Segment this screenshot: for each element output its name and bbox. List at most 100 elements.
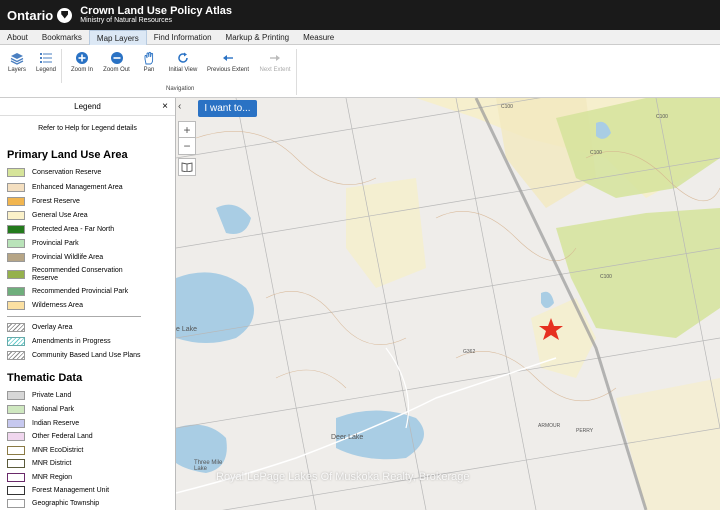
ontario-logo[interactable]: Ontario [7,7,73,23]
legend-item: Forest Reserve [7,197,80,206]
legend-item: Protected Area - Far North [7,225,114,234]
app-subtitle: Ministry of Natural Resources [80,17,173,25]
pan-button[interactable]: Pan [140,51,158,73]
legend-item: Enhanced Management Area [7,183,123,192]
legend-item-label: Indian Reserve [32,420,80,427]
legend-item: Recommended Provincial Park [7,287,128,296]
legend-item: Indian Reserve [7,419,79,428]
tab-find-information[interactable]: Find Information [147,30,219,45]
map-label-c100: C100 [600,274,612,280]
next-extent-button[interactable]: Next Extent [257,51,293,73]
legend-swatch [7,405,25,414]
navigation-group-label: Navigation [166,86,195,92]
hand-icon [142,51,156,65]
zoom-out-label: Zoom Out [103,67,130,73]
zoom-in-label: Zoom In [70,67,93,73]
legend-swatch [7,168,25,177]
legend-item-label: Community Based Land Use Plans [32,351,141,359]
legend-swatch [7,270,25,280]
legend-item: Other Federal Land [7,432,93,441]
legend-item-label: Private Land [32,392,72,399]
map-label-c100: C100 [656,114,668,120]
legend-item-label: Forest Reserve [32,198,80,205]
tab-bookmarks[interactable]: Bookmarks [35,30,89,45]
legend-item: Forest Management Unit [7,486,109,495]
legend-swatch [7,197,25,206]
legend-item: Geographic Township [7,499,99,508]
tab-measure[interactable]: Measure [296,30,341,45]
close-icon[interactable]: × [162,98,168,116]
legend-swatch [7,253,25,262]
map-view[interactable]: C100 C100 C100 C100 G362 Deer Lake Three… [176,98,720,510]
map-label-armour: ARMOUR [538,423,561,429]
legend-header: Legend × [0,98,175,116]
ribbon-toolbar: Layers Legend Zoom In Zoom Out Pan Initi… [0,45,720,98]
map-label-c100: C100 [590,150,602,156]
tab-map-layers[interactable]: Map Layers [88,30,147,45]
legend-item: Amendments in Progress [7,337,111,346]
legend-swatch [7,446,25,455]
i-want-to-button[interactable]: I want to... [198,100,257,117]
legend-item: Provincial Park [7,239,79,248]
map-label-c100: C100 [501,104,513,110]
legend-item: General Use Area [7,211,88,220]
map-label-g362: G362 [463,349,476,355]
map-label-deer-lake: Deer Lake [331,434,364,441]
legend-swatch [7,239,25,248]
legend-help-text: Refer to Help for Legend details [38,125,137,132]
zoom-out-button[interactable]: Zoom Out [101,51,132,73]
legend-item-label: Provincial Wildlife Area [32,254,104,261]
legend-item-label: Amendments in Progress [32,338,111,345]
zoom-out-icon [110,51,124,65]
next-extent-label: Next Extent [259,67,291,73]
map-zoom-out-button[interactable]: − [178,137,196,155]
tab-about[interactable]: About [0,30,35,45]
zoom-in-button[interactable]: Zoom In [68,51,96,73]
legend-item-label: MNR District [32,460,72,467]
previous-extent-button[interactable]: Previous Extent [206,51,250,73]
app-header: Ontario Crown Land Use Policy Atlas Mini… [0,0,720,30]
legend-item-label: Protected Area - Far North [32,226,115,233]
legend-swatch [7,183,25,192]
legend-item: National Park [7,405,74,414]
legend-swatch [7,287,25,296]
legend-swatch [7,391,25,400]
legend-item-label: Geographic Township [32,500,100,507]
initial-view-button[interactable]: Initial View [166,51,200,73]
book-icon[interactable] [178,158,196,176]
legend-item-label: Recommended Conservation Reserve [32,267,123,282]
legend-swatch [7,351,25,360]
legend-item-label: Wilderness Area [32,302,83,309]
legend-item-label: MNR EcoDistrict [32,447,84,454]
pan-label: Pan [143,67,155,73]
legend-swatch [7,432,25,441]
layers-label: Layers [7,67,26,73]
legend-divider [7,316,141,317]
legend-swatch [7,499,25,508]
primary-land-use-title: Primary Land Use Area [7,149,128,161]
legend-button[interactable]: Legend [34,51,58,73]
toolbar-divider [61,49,62,83]
legend-panel[interactable]: Legend × Refer to Help for Legend detail… [0,98,176,510]
legend-item: MNR Region [7,473,72,482]
brand-text: Ontario [7,7,54,23]
legend-item: Community Based Land Use Plans [7,351,142,360]
legend-item: Overlay Area [7,323,72,332]
initial-view-label: Initial View [168,67,198,73]
collapse-panel-button[interactable]: ‹ [178,101,181,112]
legend-item: MNR District [7,459,71,468]
legend-item-label: Recommended Provincial Park [32,288,129,295]
legend-swatch [7,486,25,495]
app-title: Crown Land Use Policy Atlas [80,5,233,18]
map-label-lake: e Lake [176,326,198,333]
legend-item: Private Land [7,391,71,400]
layers-button[interactable]: Layers [6,51,28,73]
legend-swatch [7,211,25,220]
legend-item-label: Provincial Park [32,240,79,247]
legend-swatch [7,323,25,332]
legend-swatch [7,337,25,346]
legend-item-label: Conservation Reserve [32,169,102,176]
legend-item-label: MNR Region [32,474,73,481]
tab-markup-printing[interactable]: Markup & Printing [219,30,297,45]
arrow-right-icon [268,51,282,65]
